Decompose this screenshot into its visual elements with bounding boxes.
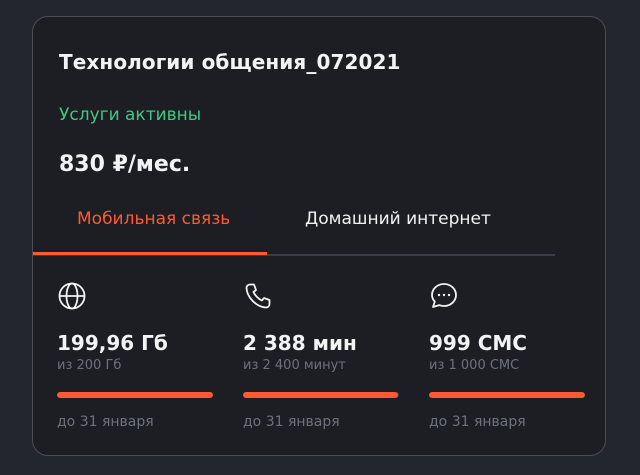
sms-progress-bar: [429, 392, 585, 398]
internet-until: до 31 января: [57, 414, 154, 430]
sms-progress-fill: [429, 392, 585, 398]
sms-remaining: 999 СМС: [429, 331, 527, 355]
chat-bubble-icon: [429, 281, 459, 311]
plan-price: 830 ₽/мес.: [59, 152, 191, 177]
calls-progress-fill: [243, 392, 399, 398]
plan-title: Технологии общения_072021: [59, 50, 401, 74]
service-tabs: Мобильная связь Домашний интернет: [33, 192, 555, 256]
tariff-card: Технологии общения_072021 Услуги активны…: [32, 16, 606, 456]
internet-remaining: 199,96 Гб: [57, 331, 168, 355]
phone-icon: [243, 281, 273, 311]
tab-home-internet[interactable]: Домашний интернет: [305, 209, 491, 229]
status-text: Услуги активны: [59, 105, 202, 125]
calls-until: до 31 января: [243, 414, 340, 430]
sms-until: до 31 января: [429, 414, 526, 430]
internet-progress-fill: [57, 392, 213, 398]
sms-limit: из 1 000 СМС: [429, 358, 520, 373]
calls-limit: из 2 400 минут: [243, 358, 346, 373]
calls-progress-bar: [243, 392, 399, 398]
active-tab-indicator: [33, 252, 267, 255]
internet-progress-bar: [57, 392, 213, 398]
tab-mobile[interactable]: Мобильная связь: [77, 209, 230, 229]
globe-icon: [57, 281, 87, 311]
calls-remaining: 2 388 мин: [243, 331, 357, 355]
internet-limit: из 200 Гб: [57, 358, 122, 373]
